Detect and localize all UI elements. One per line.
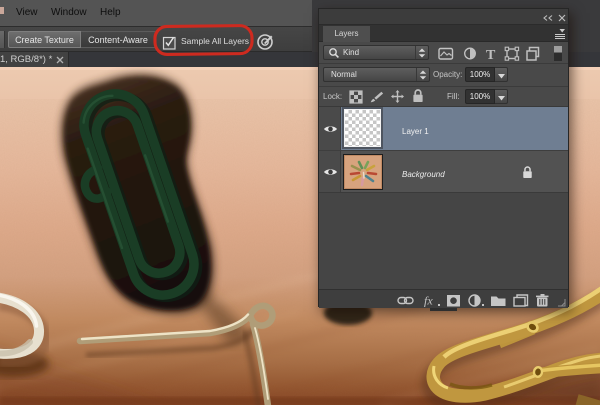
svg-text:T: T bbox=[486, 48, 496, 62]
svg-text:fx: fx bbox=[424, 294, 433, 307]
